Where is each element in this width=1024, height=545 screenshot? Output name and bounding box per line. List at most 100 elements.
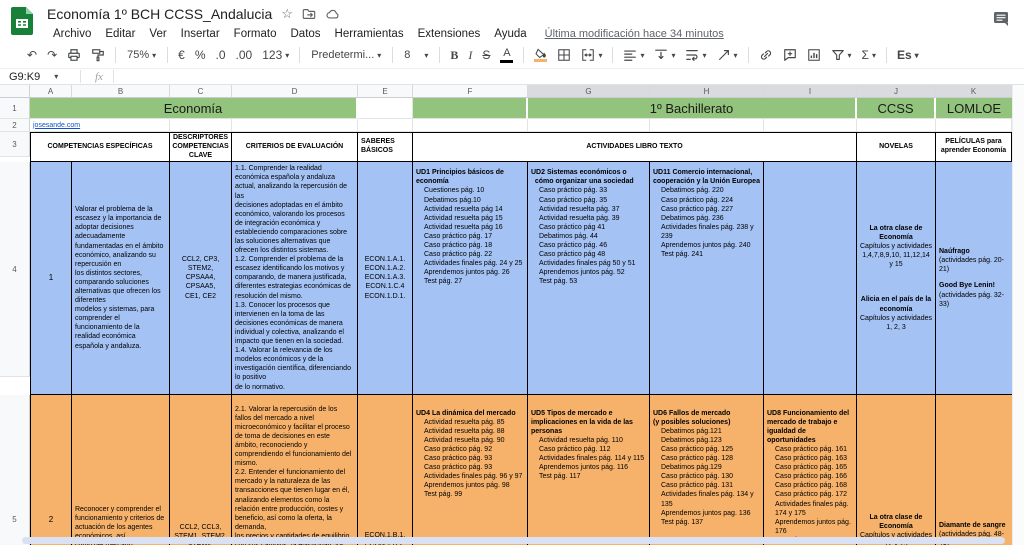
font-size-select[interactable]: 8▾ [398,45,434,65]
cell-peliculas-2[interactable]: Diamante de sangre (actividades pág. 48-… [936,395,1012,545]
cell-ud8[interactable]: UD8 Funcionamiento del mercado de trabaj… [764,395,857,545]
insert-comment-button[interactable] [778,44,802,66]
vertical-align-button[interactable]: ▾ [649,44,680,66]
header-saberes[interactable]: SABERES BÁSICOS [358,132,413,162]
menu-herramientas[interactable]: Herramientas [329,27,410,41]
menu-formato[interactable]: Formato [228,27,283,41]
document-title[interactable]: Economía 1º BCH CCSS_Andalucia [47,6,272,22]
row-header-3[interactable]: 3 [0,132,30,157]
cell-ud5[interactable]: UD5 Tipos de mercado e implicaciones en … [528,395,650,545]
move-folder-icon[interactable] [302,7,316,21]
format-currency-button[interactable]: € [173,44,190,66]
functions-button[interactable]: Σ▾ [857,44,881,66]
menu-ayuda[interactable]: Ayuda [488,27,532,41]
column-header-f[interactable]: F [413,85,528,98]
text-color-button[interactable]: A [495,44,518,66]
menu-insertar[interactable]: Insertar [175,27,226,41]
cell-competencia1-especifica[interactable]: Valorar el problema de la escasez y la i… [72,162,170,394]
cell-ud6[interactable]: UD6 Fallos de mercado (y posibles soluci… [650,395,764,545]
column-header-b[interactable]: B [72,85,170,98]
cell-competencia2-criterios[interactable]: 2.1. Valorar la repercusión de los fallo… [232,395,358,545]
insert-chart-button[interactable] [802,44,826,66]
redo-button[interactable]: ↷ [42,44,62,66]
cell-josesande-link[interactable]: josesande.com [30,119,170,132]
cell-ccss[interactable]: CCSS [857,98,936,119]
cloud-status-icon[interactable] [325,7,340,21]
column-header-e[interactable]: E [358,85,413,98]
italic-button[interactable]: I [463,44,477,66]
undo-button[interactable]: ↶ [22,44,42,66]
cell-peliculas-1[interactable]: Naúfrago (actividades pág. 20-21) Good B… [936,162,1012,394]
horizontal-align-button[interactable]: ▾ [618,44,649,66]
more-formats-button[interactable]: 123▾ [257,44,294,66]
cell-novelas-2[interactable]: La otra clase de Economía Capítulos y ac… [857,395,936,545]
header-novelas[interactable]: NOVELAS [857,132,936,162]
header-criterios[interactable]: CRITERIOS DE EVALUACIÓN [232,132,358,162]
horizontal-scrollbar[interactable] [22,537,1005,544]
increase-decimals-button[interactable]: .00 [231,44,258,66]
header-actividades[interactable]: ACTIVIDADES LIBRO TEXTO [413,132,857,162]
cell-i2[interactable] [764,119,857,132]
comment-history-icon[interactable] [993,11,1010,26]
cell-i4[interactable] [764,162,857,394]
cell-economia[interactable]: Economía [30,98,358,119]
zoom-select[interactable]: 75%▾ [121,45,162,65]
column-header-h[interactable]: H [650,85,764,98]
cell-competencia1-saberes[interactable]: ECON.1.A.1. ECON.1.A.2. ECON.1.A.3. ECON… [358,162,413,394]
header-descriptores[interactable]: DESCRIPTORES COMPETENCIAS CLAVE [170,132,232,162]
paint-format-button[interactable] [86,44,110,66]
borders-button[interactable] [552,44,576,66]
menu-archivo[interactable]: Archivo [47,27,97,41]
name-box[interactable]: G9:K9▾ [0,71,70,83]
vertical-scrollbar[interactable] [1012,85,1024,545]
column-header-a[interactable]: A [30,85,72,98]
cell-competencia1-descriptores[interactable]: CCL2, CP3, STEM2, CPSAA4, CPSAA5, CE1, C… [170,162,232,394]
cell-c2[interactable] [170,119,232,132]
row-header-4[interactable]: 4 [0,162,30,377]
column-header-c[interactable]: C [170,85,232,98]
text-wrap-button[interactable]: ▾ [680,44,711,66]
menu-extensiones[interactable]: Extensiones [412,27,487,41]
cell-h2[interactable] [650,119,764,132]
text-rotation-button[interactable]: ▾ [712,44,743,66]
cell-k2[interactable] [936,119,1012,132]
cell-competencia2-descriptores[interactable]: CCL2, CCL3, STEM1, STEM2, STEM4, CPSAA4,… [170,395,232,545]
cell-f1[interactable] [413,98,528,119]
filter-button[interactable]: ▾ [826,44,857,66]
select-all-corner[interactable] [0,85,30,98]
cell-bachillerato[interactable]: 1º Bachillerato [528,98,857,119]
cell-competencia2-especifica[interactable]: Reconocer y comprender el funcionamiento… [72,395,170,545]
cell-d2[interactable] [232,119,358,132]
cell-competencia2-saberes[interactable]: ECON.1.B.1. ECON.1.B.2. ECON.1.B.3. [358,395,413,545]
input-tools-button[interactable]: Es▾ [892,44,924,66]
insert-link-button[interactable] [754,44,778,66]
row-header-1[interactable]: 1 [0,98,30,119]
column-header-k[interactable]: K [936,85,1012,98]
header-competencias-especificas[interactable]: COMPETENCIAS ESPECÍFICAS [30,132,170,162]
cell-competencia1-criterios[interactable]: 1.1. Comprender la realidad económica es… [232,162,358,394]
cell-f2[interactable] [413,119,528,132]
row-header-5[interactable]: 5 [0,395,30,545]
cell-lomloe[interactable]: LOMLOE [936,98,1012,119]
row-header-2[interactable]: 2 [0,119,30,132]
star-icon[interactable]: ☆ [281,6,293,22]
cell-e2[interactable] [358,119,413,132]
menu-editar[interactable]: Editar [99,27,141,41]
fill-color-button[interactable] [529,44,552,66]
column-header-g[interactable]: G [528,85,650,98]
cell-ud4[interactable]: UD4 La dinámica del mercado Actividad re… [413,395,528,545]
bold-button[interactable]: B [445,44,463,66]
menu-datos[interactable]: Datos [285,27,327,41]
font-select[interactable]: Predetermi...▾ [305,45,387,65]
strikethrough-button[interactable]: S [477,44,495,66]
cell-competencia1-num[interactable]: 1 [30,162,72,394]
decrease-decimals-button[interactable]: .0 [211,44,231,66]
format-percent-button[interactable]: % [190,44,211,66]
column-header-j[interactable]: J [857,85,936,98]
column-header-d[interactable]: D [232,85,358,98]
column-header-i[interactable]: I [764,85,857,98]
merge-cells-button[interactable]: ▾ [576,44,607,66]
cell-ud1[interactable]: UD1 Principios básicos de economía Cuest… [413,162,528,394]
cell-ud2[interactable]: UD2 Sistemas económicos o cómo organizar… [528,162,650,394]
cell-competencia2-num[interactable]: 2 [30,395,72,545]
